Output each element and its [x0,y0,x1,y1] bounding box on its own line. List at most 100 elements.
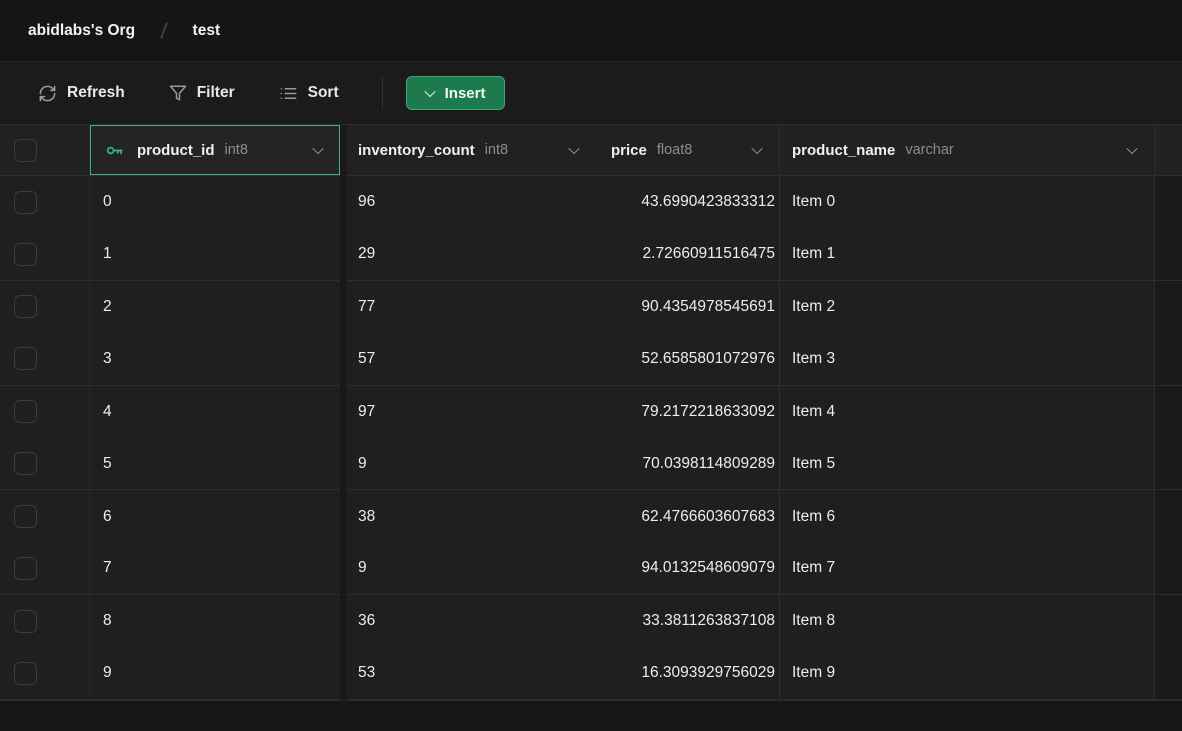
cell-product-name[interactable]: Item 5 [780,438,1155,489]
cell-product-id[interactable]: 2 [90,281,340,333]
chevron-down-icon[interactable] [751,143,762,154]
cell-product-id[interactable]: 5 [90,438,340,489]
column-type: varchar [905,142,953,158]
top-nav: abidlabs's Org test [0,0,1182,62]
column-header-inventory-count[interactable]: inventory_count int8 [340,125,596,175]
table-row: 1 29 2.72660911516475 Item 1 [0,228,1182,280]
table-row: 9 53 16.3093929756029 Item 9 [0,648,1182,700]
column-name: price [611,142,647,159]
grid-header-row: product_id int8 inventory_count int8 pri… [0,125,1182,176]
breadcrumb-org[interactable]: abidlabs's Org [28,22,135,40]
insert-label: Insert [445,85,486,102]
row-select-cell [0,438,90,489]
toolbar: Refresh Filter Sort Insert [0,62,1182,125]
cell-price[interactable]: 16.3093929756029 [596,648,780,699]
chevron-down-icon [424,86,435,97]
cell-product-id[interactable]: 4 [90,386,340,438]
row-filler [1155,228,1182,279]
cell-product-id[interactable]: 8 [90,595,340,647]
cell-price[interactable]: 33.3811263837108 [596,595,780,647]
cell-price[interactable]: 94.0132548609079 [596,543,780,594]
key-icon [106,141,125,160]
row-checkbox[interactable] [14,191,37,214]
cell-price[interactable]: 52.6585801072976 [596,333,780,384]
row-checkbox[interactable] [14,505,37,528]
cell-inventory-count[interactable]: 53 [340,648,596,699]
column-header-product-name[interactable]: product_name varchar [780,125,1155,175]
cell-inventory-count[interactable]: 77 [340,281,596,333]
cell-price[interactable]: 62.4766603607683 [596,490,780,542]
cell-product-name[interactable]: Item 6 [780,490,1155,542]
row-select-cell [0,333,90,384]
select-all-checkbox[interactable] [14,139,37,162]
table-row: 6 38 62.4766603607683 Item 6 [0,490,1182,542]
row-checkbox[interactable] [14,610,37,633]
table-row: 8 36 33.3811263837108 Item 8 [0,595,1182,647]
cell-price[interactable]: 90.4354978545691 [596,281,780,333]
insert-button[interactable]: Insert [406,76,506,110]
table-row: 5 9 70.0398114809289 Item 5 [0,438,1182,490]
cell-inventory-count[interactable]: 9 [340,543,596,594]
cell-price[interactable]: 43.6990423833312 [596,176,780,228]
cell-product-name[interactable]: Item 7 [780,543,1155,594]
column-type: int8 [225,142,248,158]
cell-product-id[interactable]: 3 [90,333,340,384]
cell-inventory-count[interactable]: 57 [340,333,596,384]
cell-inventory-count[interactable]: 29 [340,228,596,279]
column-header-product-id[interactable]: product_id int8 [90,125,340,175]
list-icon [279,84,298,103]
column-header-price[interactable]: price float8 [596,125,780,175]
row-checkbox[interactable] [14,400,37,423]
cell-inventory-count[interactable]: 96 [340,176,596,228]
cell-product-name[interactable]: Item 9 [780,648,1155,699]
cell-price[interactable]: 70.0398114809289 [596,438,780,489]
row-select-cell [0,490,90,542]
row-checkbox[interactable] [14,295,37,318]
table-row: 4 97 79.2172218633092 Item 4 [0,386,1182,438]
cell-price[interactable]: 79.2172218633092 [596,386,780,438]
row-filler [1155,648,1182,699]
cell-product-id[interactable]: 0 [90,176,340,228]
row-checkbox[interactable] [14,347,37,370]
row-checkbox[interactable] [14,662,37,685]
row-checkbox[interactable] [14,243,37,266]
breadcrumb-separator-icon [160,22,167,38]
cell-product-name[interactable]: Item 0 [780,176,1155,228]
chevron-down-icon[interactable] [568,143,579,154]
cell-price[interactable]: 2.72660911516475 [596,228,780,279]
cell-product-name[interactable]: Item 3 [780,333,1155,384]
cell-product-id[interactable]: 1 [90,228,340,279]
refresh-button[interactable]: Refresh [38,84,125,103]
row-checkbox[interactable] [14,557,37,580]
cell-product-name[interactable]: Item 4 [780,386,1155,438]
cell-product-name[interactable]: Item 8 [780,595,1155,647]
row-filler [1155,281,1182,333]
cell-product-id[interactable]: 6 [90,490,340,542]
column-type: int8 [485,142,508,158]
row-filler [1155,543,1182,594]
row-filler [1155,490,1182,542]
cell-product-id[interactable]: 9 [90,648,340,699]
row-filler [1155,176,1182,228]
row-select-cell [0,595,90,647]
cell-inventory-count[interactable]: 36 [340,595,596,647]
row-select-cell [0,648,90,699]
column-name: product_name [792,142,895,159]
cell-product-name[interactable]: Item 2 [780,281,1155,333]
column-gap [340,125,347,700]
toolbar-divider [382,76,383,110]
chevron-down-icon[interactable] [312,143,323,154]
column-name: inventory_count [358,142,475,159]
cell-inventory-count[interactable]: 9 [340,438,596,489]
cell-product-id[interactable]: 7 [90,543,340,594]
cell-inventory-count[interactable]: 97 [340,386,596,438]
row-select-cell [0,543,90,594]
sort-button[interactable]: Sort [279,84,339,103]
row-checkbox[interactable] [14,452,37,475]
cell-product-name[interactable]: Item 1 [780,228,1155,279]
filter-button[interactable]: Filter [169,84,235,102]
cell-inventory-count[interactable]: 38 [340,490,596,542]
chevron-down-icon[interactable] [1126,143,1137,154]
select-all-cell [0,125,90,175]
breadcrumb-table[interactable]: test [193,22,221,40]
